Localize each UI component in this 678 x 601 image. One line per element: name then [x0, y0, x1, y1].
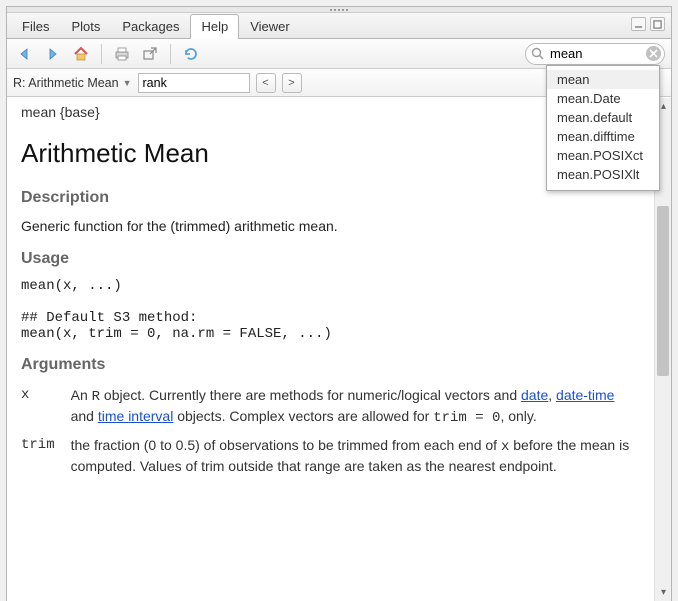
tab-help[interactable]: Help: [190, 14, 239, 39]
maximize-pane-button[interactable]: [650, 17, 665, 31]
breadcrumb-label: R: Arithmetic Mean: [13, 76, 119, 90]
arrow-left-icon: [16, 46, 34, 62]
minimize-pane-button[interactable]: [631, 17, 646, 31]
maximize-icon: [653, 20, 662, 29]
popout-icon: [141, 46, 159, 62]
arg-desc-x: An R object. Currently there are methods…: [71, 384, 640, 434]
arguments-table: x An R object. Currently there are metho…: [21, 384, 640, 482]
find-prev-button[interactable]: <: [256, 73, 276, 93]
table-row: x An R object. Currently there are metho…: [21, 384, 640, 434]
arg-name-trim: trim: [21, 434, 71, 482]
refresh-button[interactable]: [179, 43, 203, 65]
arrow-right-icon: [44, 46, 62, 62]
scroll-down-icon[interactable]: ▾: [655, 584, 671, 601]
toolbar-separator: [170, 44, 171, 64]
section-arguments-heading: Arguments: [21, 356, 640, 374]
scroll-thumb[interactable]: [657, 206, 669, 376]
arg-name-x: x: [21, 384, 71, 434]
search-icon: [531, 47, 544, 63]
back-button[interactable]: [13, 43, 37, 65]
section-usage-heading: Usage: [21, 250, 640, 268]
tab-files[interactable]: Files: [11, 14, 60, 39]
link-date[interactable]: date: [521, 387, 548, 403]
toolbar-separator: [101, 44, 102, 64]
usage-code: mean(x, ...) ## Default S3 method: mean(…: [21, 278, 640, 342]
link-time-interval[interactable]: time interval: [98, 408, 173, 424]
help-topic-breadcrumb[interactable]: R: Arithmetic Mean ▼: [13, 76, 132, 90]
link-date-time[interactable]: date-time: [556, 387, 614, 403]
tab-packages[interactable]: Packages: [111, 14, 190, 39]
autocomplete-item[interactable]: mean.POSIXct: [547, 146, 659, 165]
help-search-input[interactable]: [525, 43, 665, 65]
chevron-left-icon: <: [262, 77, 268, 89]
find-next-button[interactable]: >: [282, 73, 302, 93]
autocomplete-item[interactable]: mean: [547, 70, 659, 89]
arg-desc-trim: the fraction (0 to 0.5) of observations …: [71, 434, 640, 482]
search-autocomplete-dropdown: mean mean.Date mean.default mean.difftim…: [546, 65, 660, 191]
print-button[interactable]: [110, 43, 134, 65]
close-icon: [649, 49, 658, 58]
topic-path: mean {base}: [21, 104, 100, 120]
home-button[interactable]: [69, 43, 93, 65]
printer-icon: [113, 46, 131, 62]
pane-tabs: Files Plots Packages Help Viewer: [7, 13, 671, 39]
tab-plots[interactable]: Plots: [60, 14, 111, 39]
chevron-down-icon: ▼: [123, 78, 132, 88]
section-description-heading: Description: [21, 189, 640, 207]
autocomplete-item[interactable]: mean.default: [547, 108, 659, 127]
autocomplete-item[interactable]: mean.difftime: [547, 127, 659, 146]
description-text: Generic function for the (trimmed) arith…: [21, 217, 640, 236]
autocomplete-item[interactable]: mean.Date: [547, 89, 659, 108]
tab-viewer[interactable]: Viewer: [239, 14, 301, 39]
forward-button[interactable]: [41, 43, 65, 65]
minimize-icon: [634, 20, 643, 29]
table-row: trim the fraction (0 to 0.5) of observat…: [21, 434, 640, 482]
chevron-right-icon: >: [288, 77, 294, 89]
refresh-icon: [182, 46, 200, 62]
home-icon: [72, 46, 90, 62]
clear-search-button[interactable]: [646, 46, 661, 61]
autocomplete-item[interactable]: mean.POSIXlt: [547, 165, 659, 184]
find-in-topic-input[interactable]: [138, 73, 250, 93]
popout-button[interactable]: [138, 43, 162, 65]
